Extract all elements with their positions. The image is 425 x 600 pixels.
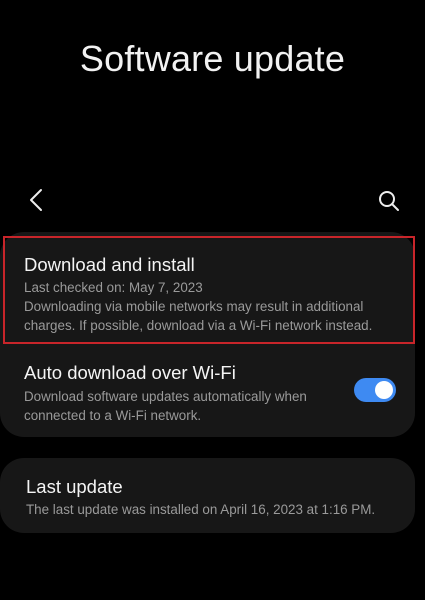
last-update-description: The last update was installed on April 1… xyxy=(26,502,376,517)
auto-download-description: Download software updates automatically … xyxy=(24,389,307,423)
toggle-knob xyxy=(375,381,393,399)
last-checked-text: Last checked on: May 7, 2023 xyxy=(24,280,203,295)
back-button[interactable] xyxy=(22,186,50,214)
auto-download-toggle[interactable] xyxy=(354,378,396,402)
search-button[interactable] xyxy=(374,186,404,216)
page-title: Software update xyxy=(79,38,346,79)
download-and-install-title: Download and install xyxy=(24,254,195,275)
auto-download-title: Auto download over Wi-Fi xyxy=(24,362,236,383)
chevron-left-icon xyxy=(30,189,42,211)
search-icon xyxy=(379,191,399,211)
last-update-title: Last update xyxy=(26,476,123,497)
mobile-network-note: Downloading via mobile networks may resu… xyxy=(24,299,373,333)
